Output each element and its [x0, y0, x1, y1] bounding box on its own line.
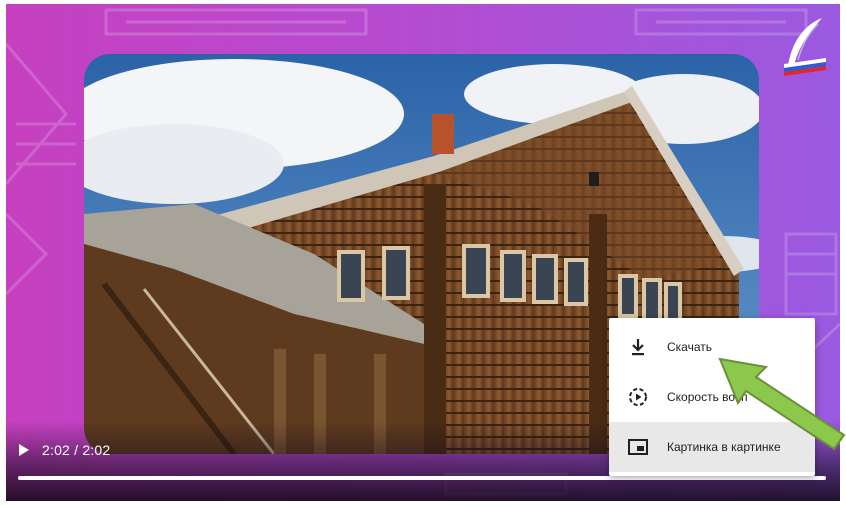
current-time: 2:02: [42, 442, 71, 458]
menu-item-label: Картинка в картинке: [667, 440, 781, 454]
time-separator: /: [70, 442, 83, 458]
play-button[interactable]: [16, 443, 30, 457]
progress-fill: [18, 476, 826, 480]
duration: 2:02: [82, 442, 111, 458]
playback-speed-icon: [627, 386, 649, 408]
time-display: 2:02 / 2:02: [42, 442, 110, 458]
download-icon: [627, 336, 649, 358]
menu-item-playback-speed[interactable]: Скорость восп: [609, 372, 815, 422]
quill-logo: [784, 18, 826, 76]
play-icon: [18, 444, 29, 456]
picture-in-picture-icon: [627, 436, 649, 458]
menu-item-label: Скорость восп: [667, 390, 748, 404]
menu-item-download[interactable]: Скачать: [609, 322, 815, 372]
player-controls: 2:02 / 2:02: [16, 440, 110, 460]
menu-item-label: Скачать: [667, 340, 712, 354]
progress-bar[interactable]: [18, 476, 826, 480]
context-menu: Скачать Скорость восп Картинка в картинк…: [609, 318, 815, 476]
menu-item-picture-in-picture[interactable]: Картинка в картинке: [609, 422, 815, 472]
